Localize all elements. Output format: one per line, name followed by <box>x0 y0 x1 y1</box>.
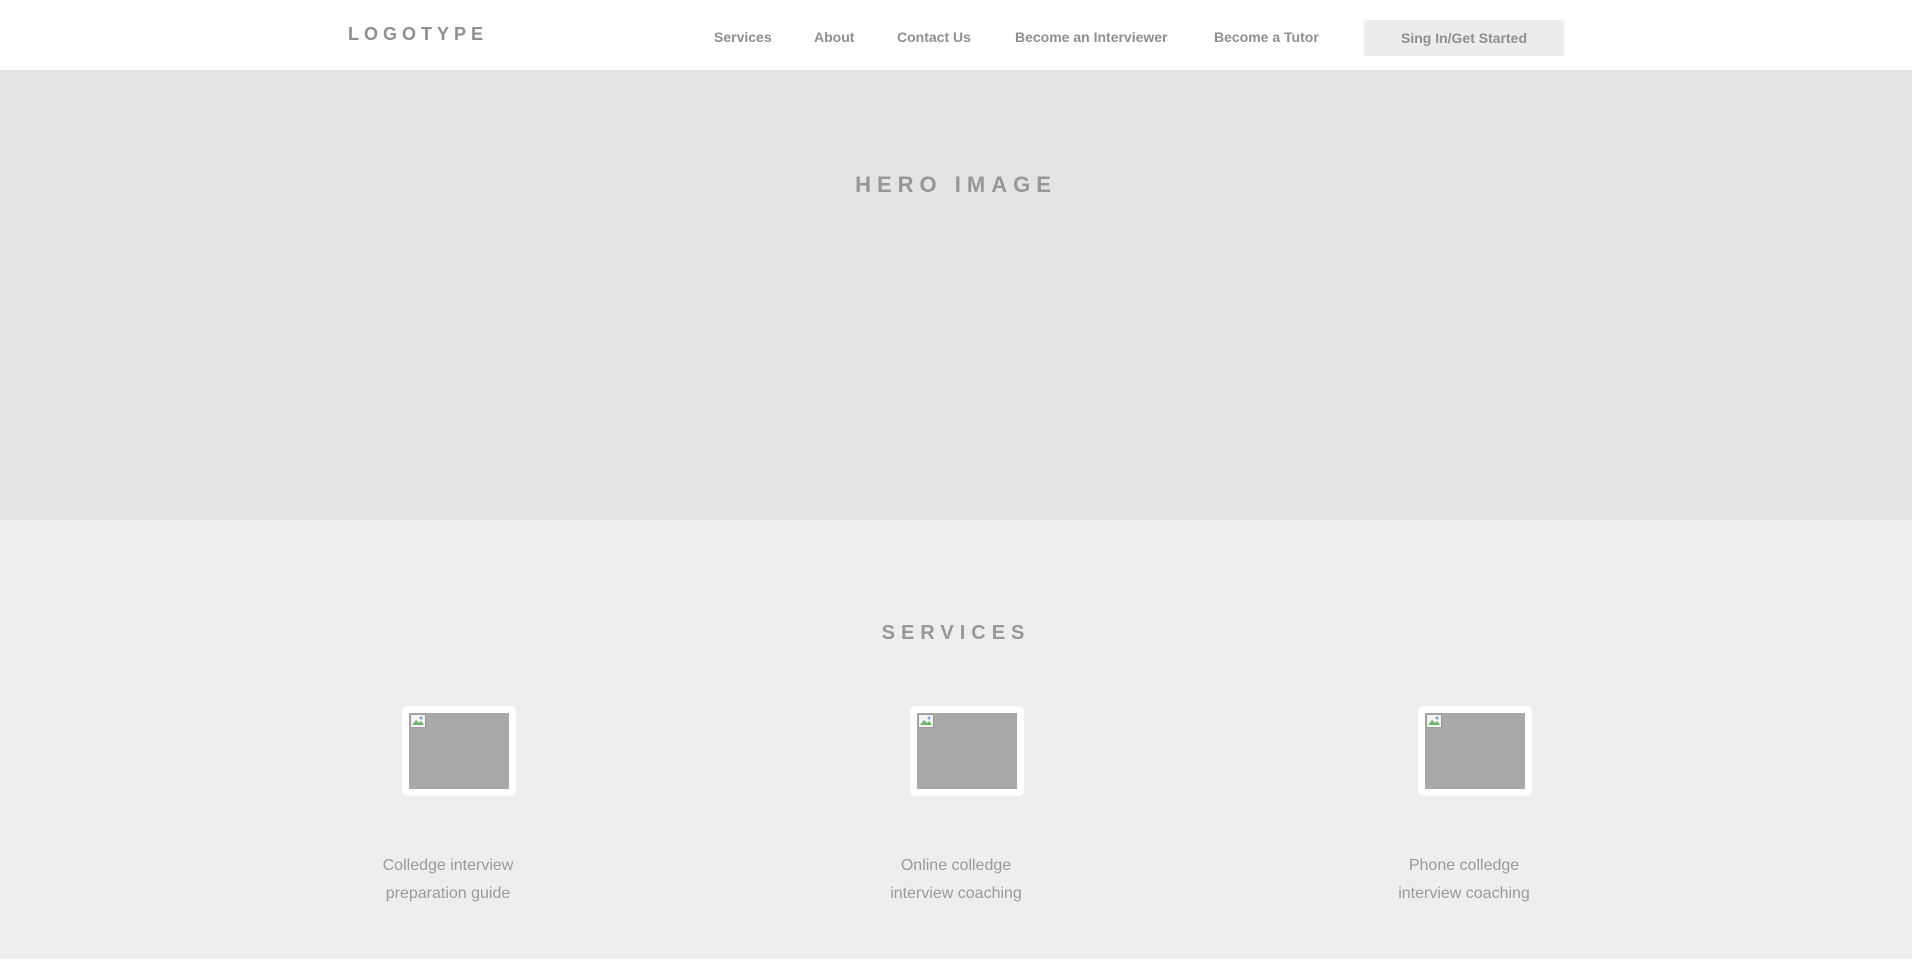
service-caption-line1: Phone colledge <box>1408 857 1520 874</box>
nav-link-services[interactable]: Services <box>714 29 772 45</box>
logo[interactable]: LOGOTYPE <box>348 24 488 45</box>
service-caption: Phone colledge interview coaching <box>1334 852 1594 908</box>
service-caption-line2: interview coaching <box>1398 885 1530 902</box>
services-title: SERVICES <box>881 622 1031 644</box>
nav-link-become-interviewer[interactable]: Become an Interviewer <box>1015 29 1168 45</box>
service-image-frame <box>1418 706 1532 796</box>
service-caption-line2: preparation guide <box>385 885 511 902</box>
sign-in-get-started-button[interactable]: Sing In/Get Started <box>1364 20 1564 56</box>
site-header: LOGOTYPE Services About Contact Us Becom… <box>0 0 1912 70</box>
broken-image-icon <box>410 714 426 728</box>
service-image-frame <box>402 706 516 796</box>
hero-title: HERO IMAGE <box>855 172 1057 197</box>
service-caption: Colledge interview preparation guide <box>318 852 578 908</box>
nav-link-contact-us[interactable]: Contact Us <box>897 29 971 45</box>
services-section: SERVICES Colledge interview preparation … <box>0 520 1912 960</box>
service-image <box>1425 713 1525 789</box>
service-caption-line2: interview coaching <box>890 885 1022 902</box>
service-image-frame <box>910 706 1024 796</box>
nav-link-about[interactable]: About <box>814 29 854 45</box>
hero-section: HERO IMAGE <box>0 70 1912 520</box>
broken-image-icon <box>918 714 934 728</box>
service-caption-line1: Colledge interview <box>382 857 514 874</box>
service-image <box>917 713 1017 789</box>
broken-image-icon <box>1426 714 1442 728</box>
service-caption-line1: Online colledge <box>900 857 1012 874</box>
service-image <box>409 713 509 789</box>
nav-link-become-tutor[interactable]: Become a Tutor <box>1214 29 1319 45</box>
service-caption: Online colledge interview coaching <box>826 852 1086 908</box>
